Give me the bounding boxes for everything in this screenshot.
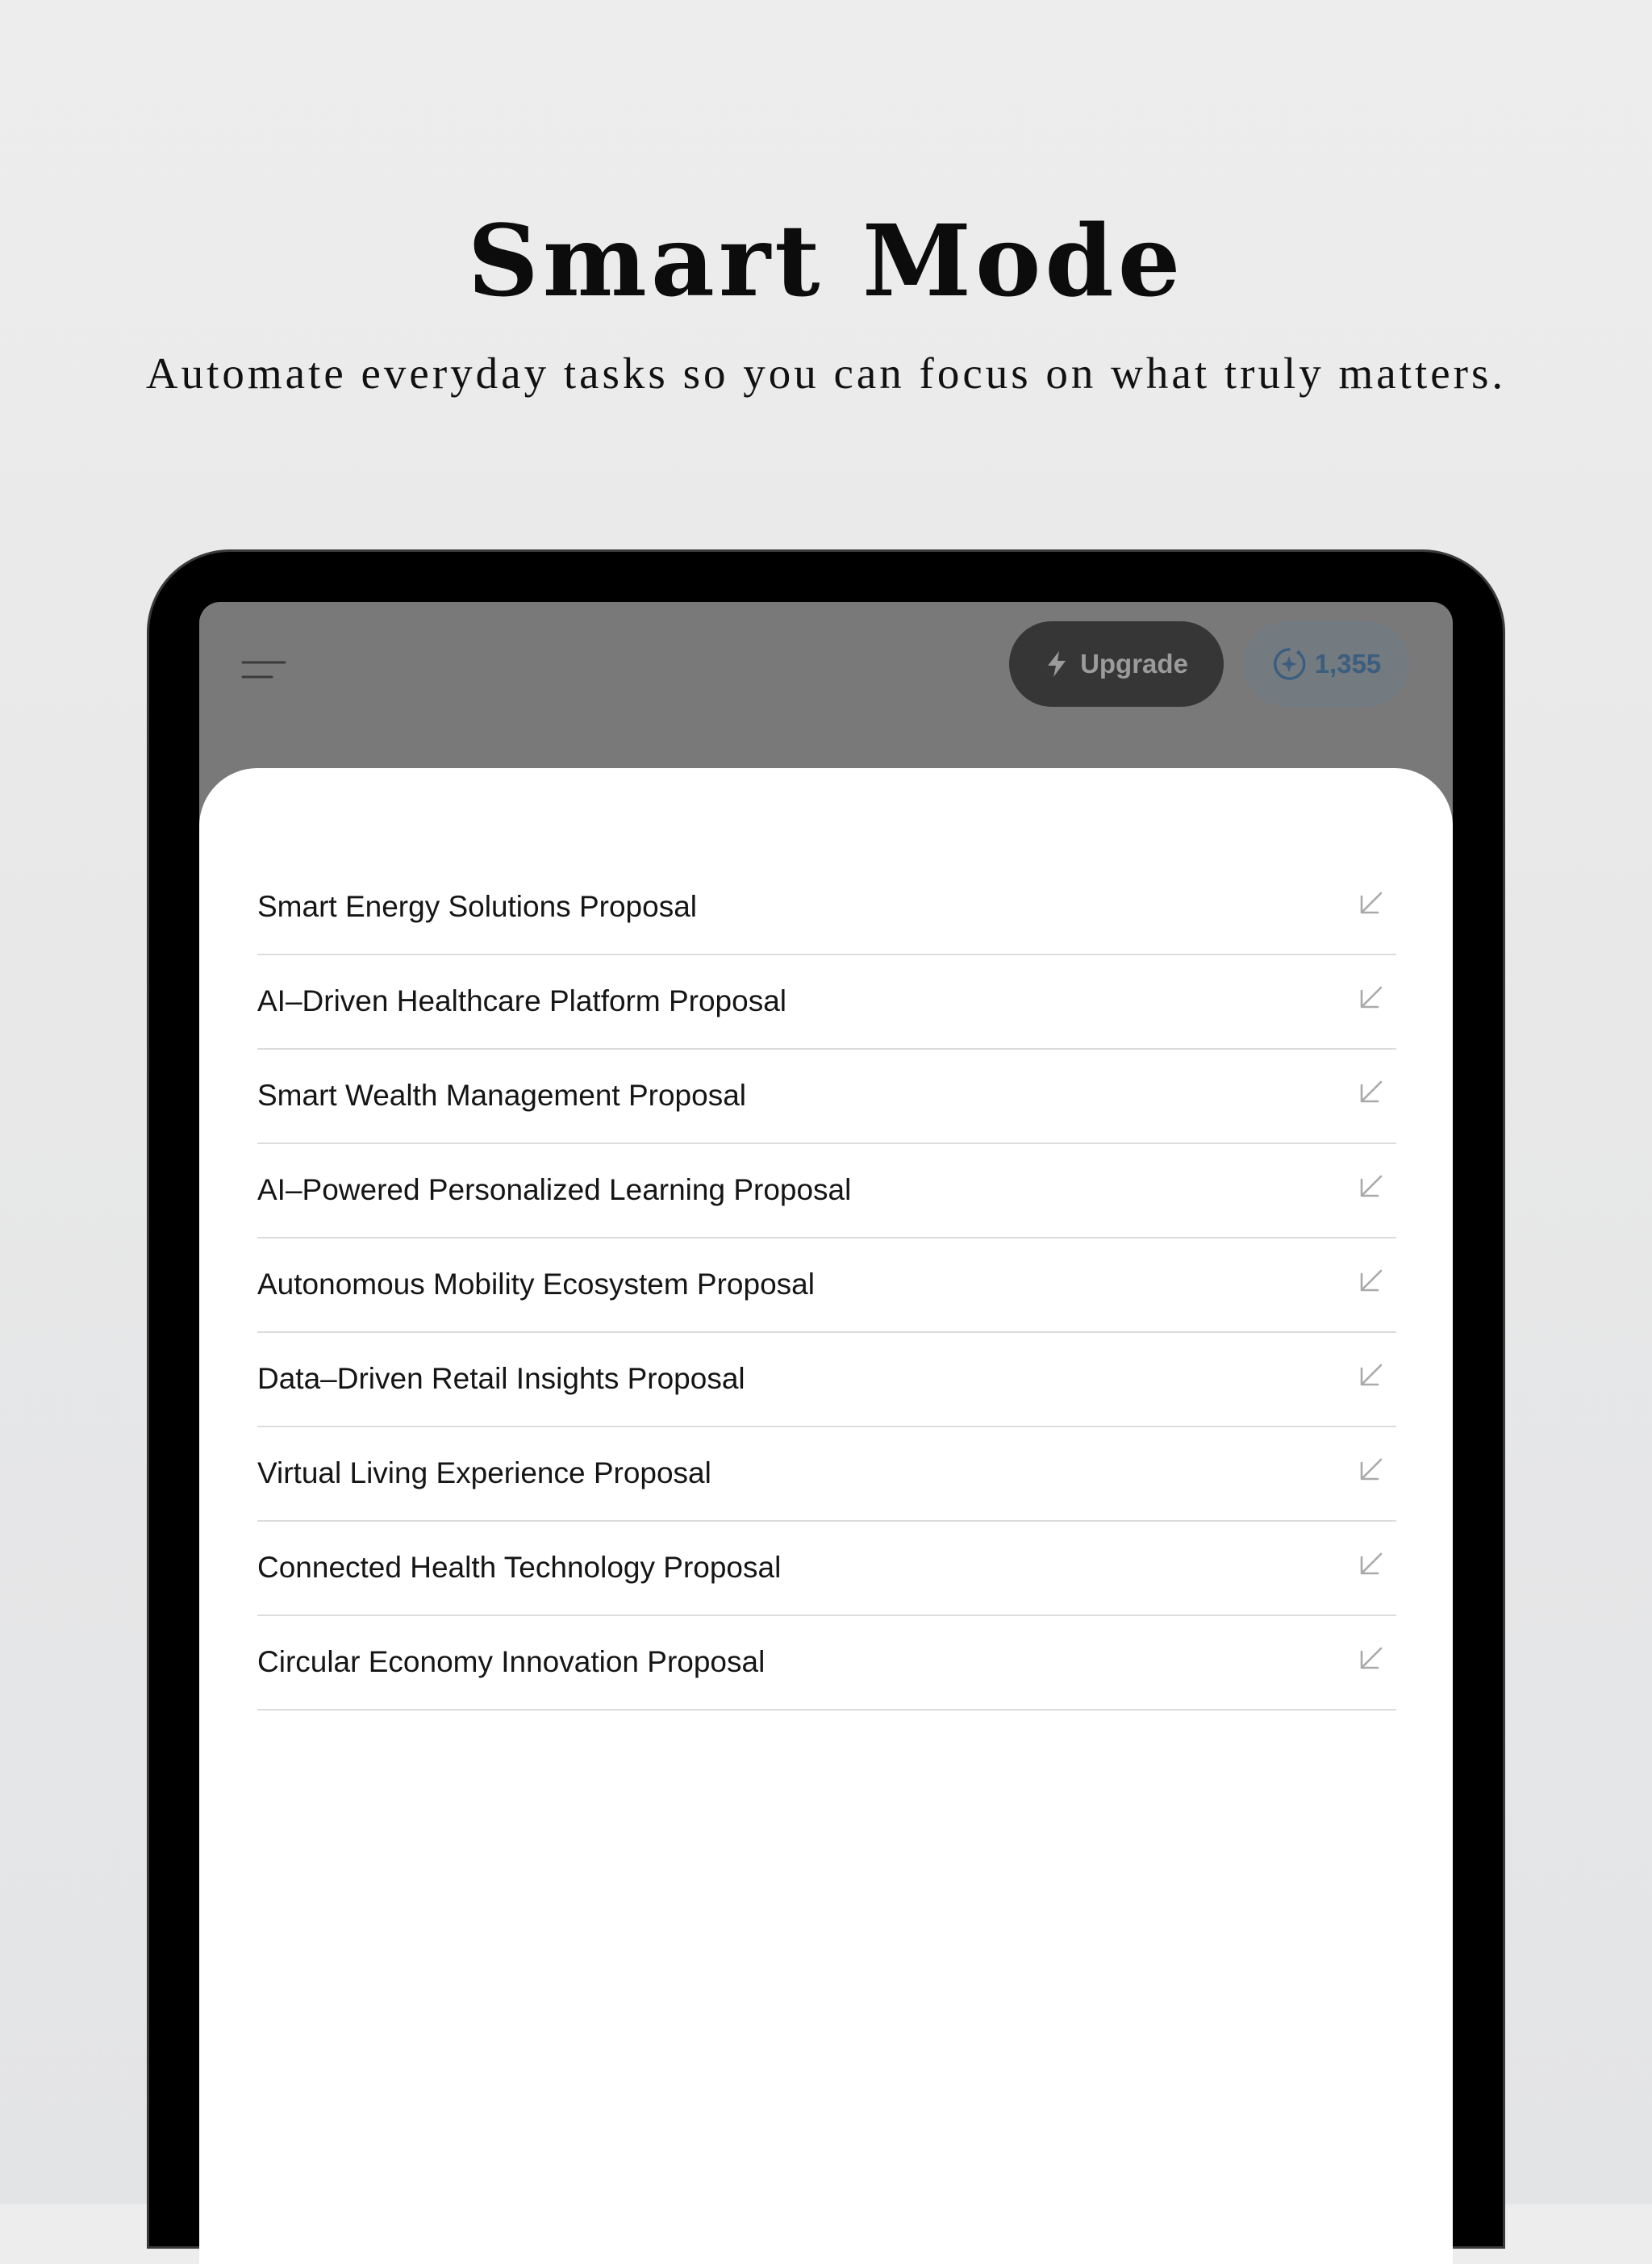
arrow-down-left-icon[interactable] xyxy=(1358,1172,1385,1200)
tablet-frame: Upgrade 1,355 Smart Energy Solutions Pro… xyxy=(149,552,1503,2264)
proposal-label: AI–Powered Personalized Learning Proposa… xyxy=(257,1173,852,1206)
list-item[interactable]: Connected Health Technology Proposal xyxy=(257,1523,1396,1616)
menu-icon[interactable] xyxy=(240,654,288,686)
upgrade-label: Upgrade xyxy=(1080,649,1188,679)
proposal-label: Autonomous Mobility Ecosystem Proposal xyxy=(257,1268,815,1301)
sparkle-circle-icon xyxy=(1271,646,1307,682)
list-item[interactable]: Circular Economy Innovation Proposal xyxy=(257,1617,1396,1711)
arrow-down-left-icon[interactable] xyxy=(1358,1267,1385,1294)
proposal-label: Smart Energy Solutions Proposal xyxy=(257,890,697,923)
list-item[interactable]: AI–Powered Personalized Learning Proposa… xyxy=(257,1145,1396,1239)
list-item[interactable]: Smart Wealth Management Proposal xyxy=(257,1051,1396,1144)
upgrade-button[interactable]: Upgrade xyxy=(1009,621,1224,707)
credits-balance[interactable]: 1,355 xyxy=(1243,621,1409,707)
list-item[interactable]: Virtual Living Experience Proposal xyxy=(257,1428,1396,1522)
proposal-sheet: Smart Energy Solutions Proposal AI–Driven… xyxy=(199,768,1453,2264)
proposal-label: Smart Wealth Management Proposal xyxy=(257,1079,747,1112)
arrow-down-left-icon[interactable] xyxy=(1358,1644,1385,1672)
lightning-icon xyxy=(1045,650,1069,678)
proposal-label: Data–Driven Retail Insights Proposal xyxy=(257,1362,745,1395)
arrow-down-left-icon[interactable] xyxy=(1358,1078,1385,1105)
arrow-down-left-icon[interactable] xyxy=(1358,1550,1385,1577)
arrow-down-left-icon[interactable] xyxy=(1358,889,1385,917)
list-item[interactable]: Smart Energy Solutions Proposal xyxy=(257,862,1396,955)
credits-value: 1,355 xyxy=(1314,649,1382,679)
arrow-down-left-icon[interactable] xyxy=(1358,1456,1385,1483)
arrow-down-left-icon[interactable] xyxy=(1358,1361,1385,1389)
list-item[interactable]: Autonomous Mobility Ecosystem Proposal xyxy=(257,1239,1396,1333)
proposal-label: AI–Driven Healthcare Platform Proposal xyxy=(257,984,787,1017)
proposal-label: Connected Health Technology Proposal xyxy=(257,1551,782,1584)
list-item[interactable]: AI–Driven Healthcare Platform Proposal xyxy=(257,956,1396,1050)
arrow-down-left-icon[interactable] xyxy=(1358,984,1385,1011)
promo-title: Smart Mode xyxy=(467,203,1185,319)
app-screen: Upgrade 1,355 Smart Energy Solutions Pro… xyxy=(199,602,1453,2264)
list-item[interactable]: Data–Driven Retail Insights Proposal xyxy=(257,1334,1396,1427)
proposal-label: Virtual Living Experience Proposal xyxy=(257,1456,711,1489)
proposal-list: Smart Energy Solutions Proposal AI–Driven… xyxy=(257,862,1396,1711)
proposal-label: Circular Economy Innovation Proposal xyxy=(257,1645,766,1678)
promo-subtitle: Automate everyday tasks so you can focus… xyxy=(145,349,1507,398)
